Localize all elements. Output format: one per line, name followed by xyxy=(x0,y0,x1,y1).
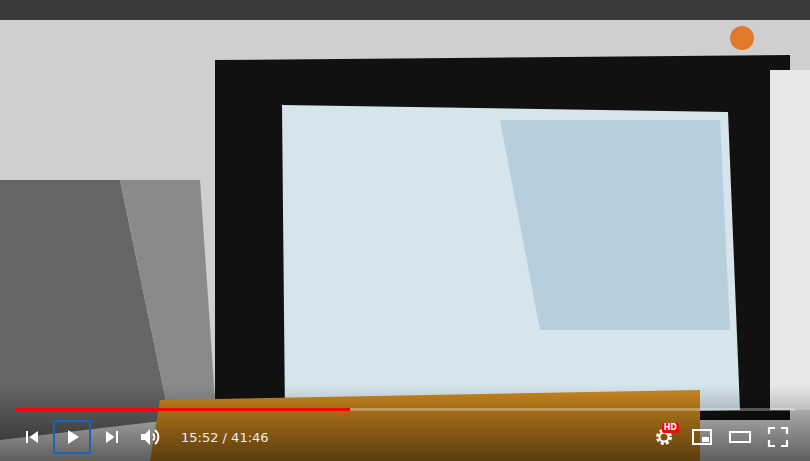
player-controls: 15:52 / 41:46 HD xyxy=(0,385,810,461)
video-player[interactable]: 15:52 / 41:46 HD xyxy=(0,0,810,461)
left-controls: 15:52 / 41:46 xyxy=(15,420,269,454)
progress-bar[interactable] xyxy=(15,408,795,411)
next-button[interactable] xyxy=(95,420,129,454)
fullscreen-icon xyxy=(766,425,790,449)
next-icon xyxy=(100,425,124,449)
progress-fill xyxy=(15,408,350,411)
play-button[interactable] xyxy=(53,420,91,454)
play-icon xyxy=(60,425,84,449)
previous-button[interactable] xyxy=(15,420,49,454)
quality-badge: HD xyxy=(662,423,679,433)
volume-icon xyxy=(138,425,162,449)
theater-icon xyxy=(728,425,752,449)
miniplayer-button[interactable] xyxy=(685,420,719,454)
theater-button[interactable] xyxy=(723,420,757,454)
fullscreen-button[interactable] xyxy=(761,420,795,454)
volume-button[interactable] xyxy=(133,420,167,454)
time-display: 15:52 / 41:46 xyxy=(181,430,269,445)
control-bar: 15:52 / 41:46 HD xyxy=(15,419,795,455)
previous-icon xyxy=(20,425,44,449)
miniplayer-icon xyxy=(690,425,714,449)
settings-button[interactable]: HD xyxy=(647,420,681,454)
right-controls: HD xyxy=(647,420,795,454)
